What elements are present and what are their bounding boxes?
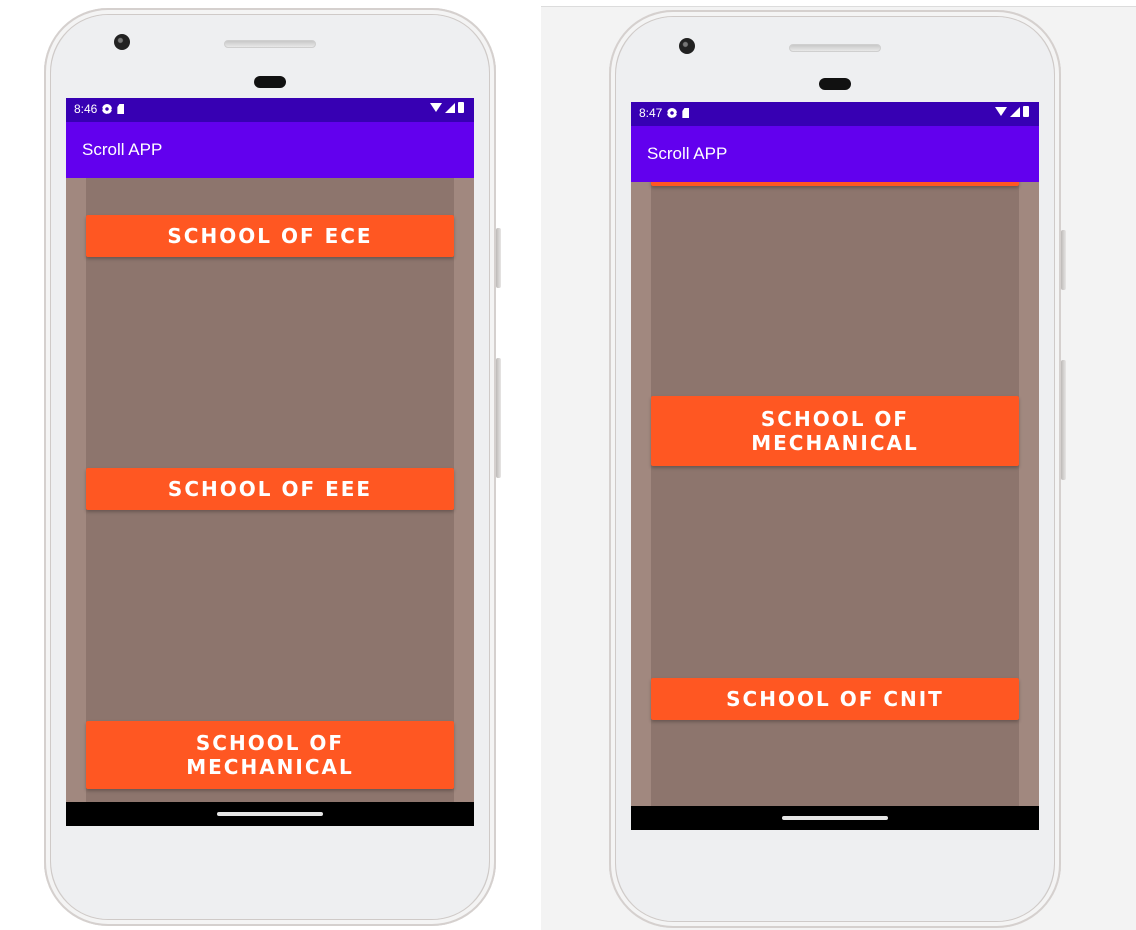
school-of-cnit-button[interactable]: SCHOOL OF CNIT [651, 678, 1019, 720]
left-phone-volume-button [496, 358, 501, 478]
sd-card-icon [117, 104, 125, 114]
status-bar: 8:47 [631, 102, 1039, 126]
signal-icon [445, 102, 455, 113]
right-phone-screen: 8:47 Scroll APP SCHOOL OF MECHANICAL SCH… [631, 102, 1039, 830]
app-title: Scroll APP [647, 144, 728, 163]
status-time: 8:47 [639, 106, 663, 120]
right-phone-sensor [819, 78, 851, 90]
scroll-view[interactable]: SCHOOL OF ECE SCHOOL OF EEE SCHOOL OF ME… [66, 178, 474, 802]
right-phone-volume-button [1061, 360, 1066, 480]
screenshot-stage: 8:46 Scroll APP SCHOOL OF ECE SCHOOL OF … [0, 0, 1136, 930]
left-phone-screen: 8:46 Scroll APP SCHOOL OF ECE SCHOOL OF … [66, 98, 474, 826]
status-bar: 8:46 [66, 98, 474, 122]
wifi-icon [995, 107, 1007, 116]
settings-gear-icon [102, 104, 113, 114]
navigation-bar [631, 806, 1039, 830]
school-of-mechanical-button[interactable]: SCHOOL OF MECHANICAL [86, 721, 454, 789]
school-of-ece-button[interactable]: SCHOOL OF ECE [86, 215, 454, 257]
app-bar: Scroll APP [631, 126, 1039, 182]
left-phone-camera [114, 34, 130, 50]
left-phone-power-button [496, 228, 501, 288]
app-title: Scroll APP [82, 140, 163, 159]
scroll-view[interactable]: SCHOOL OF MECHANICAL SCHOOL OF CNIT [631, 182, 1039, 806]
battery-icon [458, 102, 464, 113]
left-phone-sensor [254, 76, 286, 88]
navigation-bar [66, 802, 474, 826]
previous-button-edge [651, 182, 1019, 186]
signal-icon [1010, 106, 1020, 117]
wifi-icon [430, 103, 442, 112]
left-phone-frame: 8:46 Scroll APP SCHOOL OF ECE SCHOOL OF … [44, 8, 501, 926]
left-phone-speaker [224, 40, 316, 48]
right-phone-speaker [789, 44, 881, 52]
linear-layout: SCHOOL OF ECE SCHOOL OF EEE SCHOOL OF ME… [86, 178, 454, 802]
right-phone-camera [679, 38, 695, 54]
sd-card-icon [682, 108, 690, 118]
linear-layout: SCHOOL OF MECHANICAL SCHOOL OF CNIT [651, 182, 1019, 806]
school-of-eee-button[interactable]: SCHOOL OF EEE [86, 468, 454, 510]
settings-gear-icon [667, 108, 678, 118]
battery-icon [1023, 106, 1029, 117]
right-phone-power-button [1061, 230, 1066, 290]
school-of-mechanical-button[interactable]: SCHOOL OF MECHANICAL [651, 396, 1019, 466]
status-time: 8:46 [74, 102, 98, 116]
home-gesture-handle[interactable] [217, 812, 323, 816]
home-gesture-handle[interactable] [782, 816, 888, 820]
app-bar: Scroll APP [66, 122, 474, 178]
right-phone-frame: 8:47 Scroll APP SCHOOL OF MECHANICAL SCH… [609, 10, 1066, 928]
